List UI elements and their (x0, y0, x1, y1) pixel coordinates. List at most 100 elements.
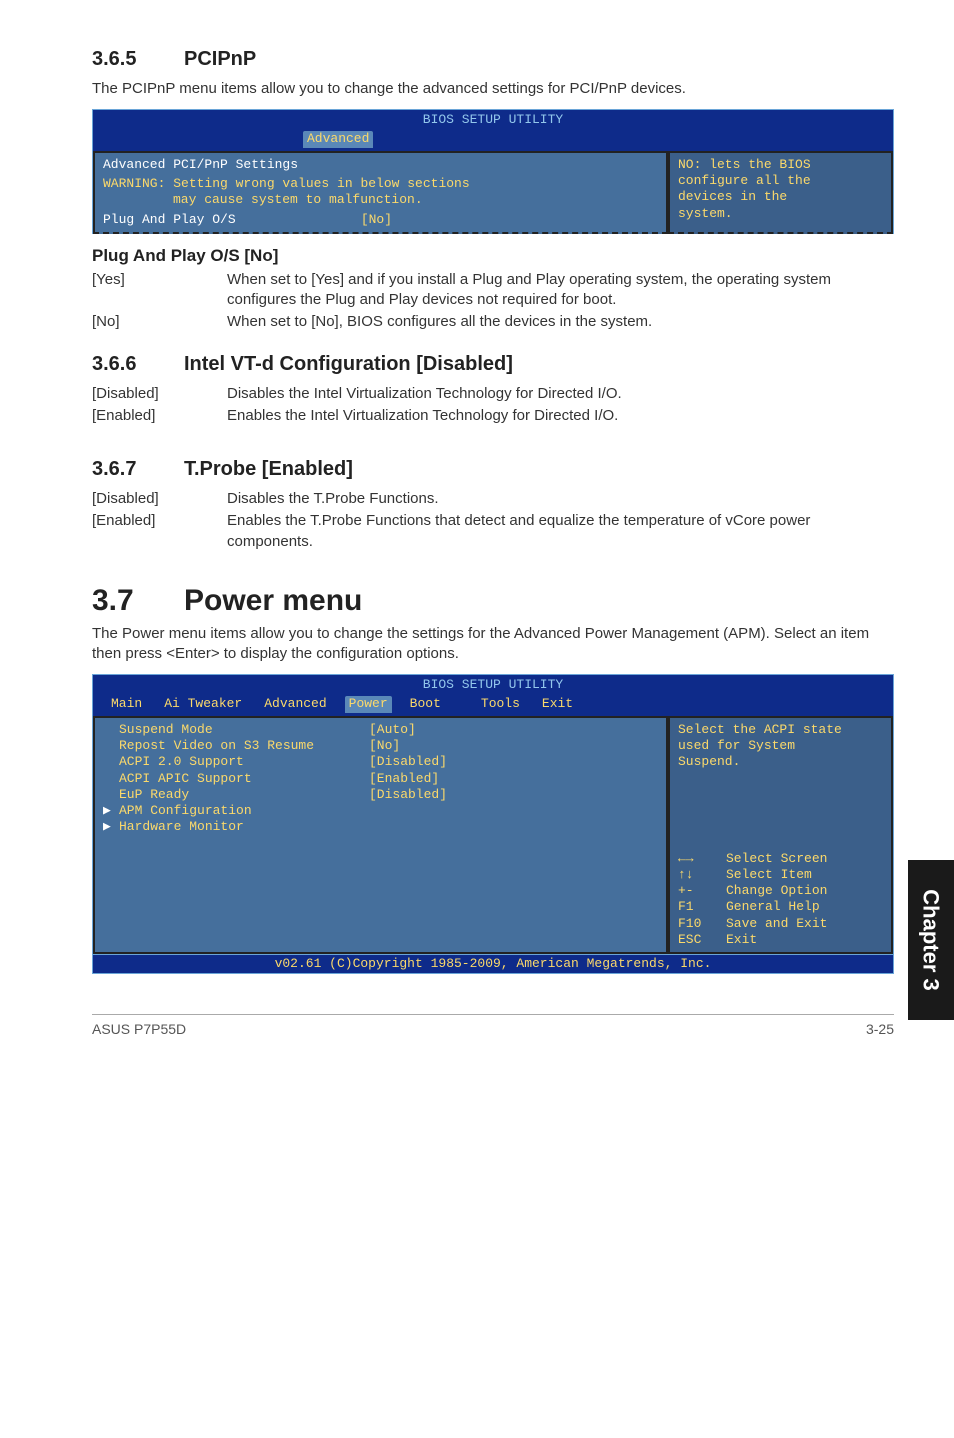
row-no-label: [No] (92, 312, 227, 332)
bios2-item-0[interactable]: Suspend Mode[Auto] (103, 722, 658, 738)
row-366-enabled-value: Enables the Intel Virtualization Technol… (227, 406, 894, 426)
bios1-warn-l2: may cause system to malfunction. (103, 192, 423, 207)
bios1-help-l3: devices in the (678, 189, 883, 205)
row-367-disabled: [Disabled] Disables the T.Probe Function… (92, 489, 894, 509)
row-366-disabled-label: [Disabled] (92, 384, 227, 404)
key-d-1: Select Item (726, 867, 812, 883)
heading-37-num: 3.7 (92, 584, 184, 618)
row-366-enabled: [Enabled] Enables the Intel Virtualizati… (92, 406, 894, 426)
bios2-sub-1[interactable]: ▶Hardware Monitor (103, 819, 658, 835)
bios2-body: Suspend Mode[Auto] Repost Video on S3 Re… (92, 716, 894, 955)
key-plus-minus-icon: +- (678, 883, 726, 899)
chapter-side-tab-text: Chapter 3 (918, 889, 944, 990)
heading-365: 3.6.5PCIPnP (92, 48, 894, 71)
key-select-item: ↑↓Select Item (678, 867, 883, 883)
bios1-help-l2: configure all the (678, 173, 883, 189)
bios2-side: Select the ACPI state used for System Su… (668, 716, 893, 954)
key-change-option: +-Change Option (678, 883, 883, 899)
bios1-item-label: Plug And Play O/S (103, 212, 353, 228)
row-367-disabled-value: Disables the T.Probe Functions. (227, 489, 894, 509)
bios2-item-1-value: [No] (369, 738, 400, 753)
bios2-item-1-label: Repost Video on S3 Resume (119, 738, 369, 754)
key-d-3: General Help (726, 899, 820, 915)
bios2-sub-0-label: APM Configuration (119, 803, 252, 818)
: Hardware Monitor (119, 819, 244, 834)
bios2-item-0-label: Suspend Mode (119, 722, 369, 738)
bios2-tab-boot[interactable]: Boot (406, 696, 445, 713)
bios2-item-3-label: ACPI APIC Support (119, 771, 369, 787)
heading-365-num: 3.6.5 (92, 48, 184, 71)
triangle-right-icon: ▶ (103, 819, 119, 835)
key-exit: ESCExit (678, 932, 883, 948)
bios2-item-1[interactable]: Repost Video on S3 Resume[No] (103, 738, 658, 754)
bios1-item-value: [No] (361, 212, 392, 227)
bios2-tab-exit[interactable]: Exit (538, 696, 577, 713)
row-366-disabled: [Disabled] Disables the Intel Virtualiza… (92, 384, 894, 404)
key-arrows-ud-icon: ↑↓ (678, 867, 726, 883)
bios-box-power: BIOS SETUP UTILITY Main Ai Tweaker Advan… (92, 674, 894, 974)
row-367-disabled-label: [Disabled] (92, 489, 227, 509)
key-arrows-lr-icon: ←→ (678, 851, 726, 867)
key-select-screen: ←→Select Screen (678, 851, 883, 867)
bios1-help-l4: system. (678, 206, 883, 222)
bios2-tabbar: Main Ai Tweaker Advanced Power Boot Tool… (92, 696, 894, 716)
bios2-item-4-value: [Disabled] (369, 787, 447, 802)
bios1-titlebar: BIOS SETUP UTILITY (92, 109, 894, 130)
bios1-tab-advanced[interactable]: Advanced (303, 131, 373, 148)
key-d-2: Change Option (726, 883, 827, 899)
bios2-item-2[interactable]: ACPI 2.0 Support[Disabled] (103, 754, 658, 770)
bios1-warn-l1: WARNING: Setting wrong values in below s… (103, 176, 470, 191)
page-footer: ASUS P7P55D 3-25 (92, 1014, 894, 1037)
row-367-enabled-label: [Enabled] (92, 511, 227, 552)
bios1-heading: Advanced PCI/PnP Settings (103, 157, 658, 173)
footer-right: 3-25 (866, 1021, 894, 1037)
bios2-item-3-value: [Enabled] (369, 771, 439, 786)
heading-366-title: Intel VT-d Configuration [Disabled] (184, 353, 513, 375)
heading-37: 3.7Power menu (92, 584, 894, 618)
triangle-right-icon: ▶ (103, 803, 119, 819)
bios2-tab-tools[interactable]: Tools (477, 696, 524, 713)
row-yes: [Yes] When set to [Yes] and if you insta… (92, 270, 894, 311)
bios1-side: NO: lets the BIOS configure all the devi… (668, 151, 893, 234)
bios1-item-row[interactable]: Plug And Play O/S [No] (103, 212, 658, 228)
row-yes-value: When set to [Yes] and if you install a P… (227, 270, 894, 311)
bios1-tabbar: Advanced (92, 131, 894, 151)
bios2-item-2-value: [Disabled] (369, 754, 447, 769)
bios2-footer: v02.61 (C)Copyright 1985-2009, American … (92, 955, 894, 974)
footer-left: ASUS P7P55D (92, 1021, 186, 1037)
intro-365: The PCIPnP menu items allow you to chang… (92, 79, 894, 99)
heading-366-num: 3.6.6 (92, 353, 184, 376)
bios2-keyhelp: ←→Select Screen ↑↓Select Item +-Change O… (678, 851, 883, 949)
bios2-main: Suspend Mode[Auto] Repost Video on S3 Re… (93, 716, 668, 954)
bios2-tab-advanced[interactable]: Advanced (260, 696, 330, 713)
heading-37-title: Power menu (184, 584, 362, 617)
row-no-value: When set to [No], BIOS configures all th… (227, 312, 894, 332)
row-yes-label: [Yes] (92, 270, 227, 311)
bios2-tab-ai-tweaker[interactable]: Ai Tweaker (160, 696, 246, 713)
bios2-titlebar: BIOS SETUP UTILITY (92, 674, 894, 695)
bios2-item-0-value: [Auto] (369, 722, 416, 737)
bios-box-pcipnp: BIOS SETUP UTILITY Advanced Advanced PCI… (92, 109, 894, 234)
key-f10: F10 (678, 916, 726, 932)
key-general-help: F1General Help (678, 899, 883, 915)
bios1-main: Advanced PCI/PnP Settings WARNING: Setti… (93, 151, 668, 234)
bios1-body: Advanced PCI/PnP Settings WARNING: Setti… (92, 151, 894, 234)
bios2-item-3[interactable]: ACPI APIC Support[Enabled] (103, 771, 658, 787)
key-f1: F1 (678, 899, 726, 915)
bios1-help-l1: NO: lets the BIOS (678, 157, 883, 173)
chapter-side-tab: Chapter 3 (908, 860, 954, 1020)
bios2-help-l3: Suspend. (678, 754, 883, 770)
bios1-title: BIOS SETUP UTILITY (93, 110, 893, 130)
bios2-sub-0[interactable]: ▶APM Configuration (103, 803, 658, 819)
row-366-enabled-label: [Enabled] (92, 406, 227, 426)
heading-365-title: PCIPnP (184, 48, 256, 70)
bios2-item-4[interactable]: EuP Ready[Disabled] (103, 787, 658, 803)
row-367-enabled: [Enabled] Enables the T.Probe Functions … (92, 511, 894, 552)
key-esc: ESC (678, 932, 726, 948)
bios2-tab-power[interactable]: Power (345, 696, 392, 713)
bios2-tab-main[interactable]: Main (107, 696, 146, 713)
sub-heading-plug-play: Plug And Play O/S [No] (92, 246, 894, 266)
key-d-4: Save and Exit (726, 916, 827, 932)
bios2-help-l2: used for System (678, 738, 883, 754)
intro-37: The Power menu items allow you to change… (92, 624, 894, 665)
